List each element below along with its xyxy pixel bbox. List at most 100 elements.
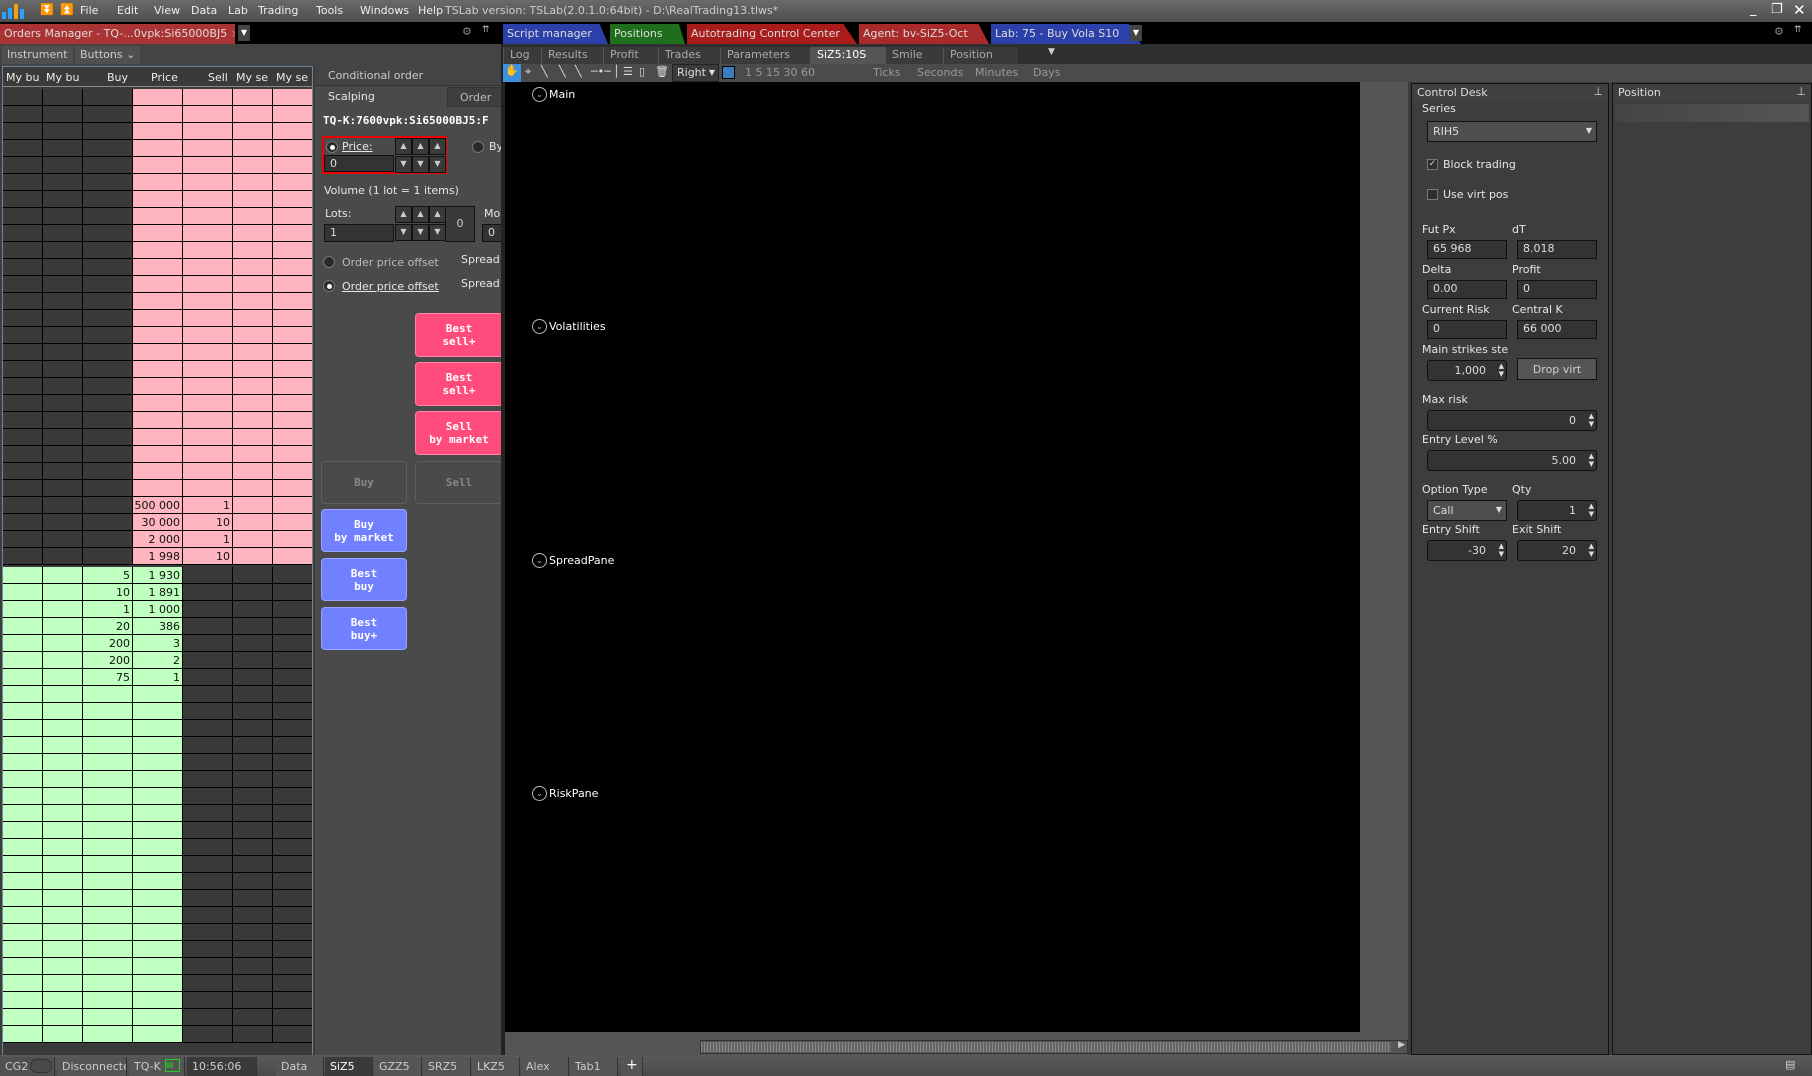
shape-icon[interactable]: ▯ <box>639 65 645 78</box>
table-row[interactable] <box>3 361 312 378</box>
table-cell[interactable]: 1 <box>183 531 233 548</box>
workspace-tab[interactable]: GZZ5 <box>374 1057 422 1076</box>
table-cell[interactable] <box>183 259 233 276</box>
best-sell-plus-button[interactable]: Best sell+ <box>415 313 503 357</box>
table-cell[interactable] <box>3 497 43 514</box>
table-cell[interactable]: 1 000 <box>133 601 183 618</box>
table-cell[interactable] <box>3 123 43 140</box>
close-button[interactable]: ✕ <box>1793 1 1806 19</box>
workspace-tab[interactable]: Alex <box>521 1057 569 1076</box>
lots-up-button[interactable]: ▲ <box>412 206 429 223</box>
tab-smile[interactable]: Smile <box>885 47 943 64</box>
table-cell[interactable] <box>273 618 312 635</box>
table-cell[interactable]: 20 <box>83 618 133 635</box>
table-cell[interactable] <box>183 361 233 378</box>
table-row[interactable]: 30 000 10 <box>3 514 312 531</box>
workspace-tab[interactable]: LKZ5 <box>472 1057 520 1076</box>
interval-unit-seconds[interactable]: Seconds <box>917 66 963 79</box>
table-cell[interactable] <box>233 907 273 924</box>
max-risk-spinner[interactable]: 0 ▲ ▼ <box>1427 410 1597 431</box>
table-cell[interactable] <box>3 771 43 788</box>
collapse-icon[interactable]: ⌄ <box>532 87 547 102</box>
log-icon[interactable]: ▤ <box>1785 1058 1795 1071</box>
table-cell[interactable] <box>183 106 233 123</box>
table-row[interactable] <box>3 242 312 259</box>
table-cell[interactable] <box>43 514 83 531</box>
table-row[interactable] <box>3 174 312 191</box>
color-swatch[interactable] <box>722 66 735 79</box>
table-cell[interactable] <box>233 191 273 208</box>
table-cell[interactable] <box>43 567 83 584</box>
table-cell[interactable] <box>133 907 183 924</box>
table-cell[interactable] <box>43 686 83 703</box>
table-cell[interactable] <box>133 310 183 327</box>
menu-trading[interactable]: Trading <box>258 4 298 17</box>
table-cell[interactable] <box>83 293 133 310</box>
table-cell[interactable] <box>273 839 312 856</box>
table-cell[interactable] <box>43 618 83 635</box>
table-cell[interactable] <box>183 771 233 788</box>
table-cell[interactable] <box>183 720 233 737</box>
table-cell[interactable] <box>83 327 133 344</box>
table-cell[interactable] <box>3 174 43 191</box>
upload-icon[interactable]: ⏫ <box>60 3 74 16</box>
table-cell[interactable] <box>43 737 83 754</box>
table-cell[interactable] <box>183 225 233 242</box>
table-cell[interactable] <box>83 463 133 480</box>
table-cell[interactable] <box>3 873 43 890</box>
table-row[interactable] <box>3 106 312 123</box>
table-cell[interactable] <box>83 514 133 531</box>
table-cell[interactable] <box>133 446 183 463</box>
table-cell[interactable] <box>273 1026 312 1043</box>
table-row[interactable]: 1 998 10 <box>3 548 312 565</box>
table-row[interactable] <box>3 225 312 242</box>
table-cell[interactable] <box>233 737 273 754</box>
gear-icon[interactable]: ⚙ <box>462 25 472 38</box>
table-cell[interactable] <box>83 737 133 754</box>
table-cell[interactable] <box>43 771 83 788</box>
table-cell[interactable]: 200 <box>83 635 133 652</box>
horizontal-line-icon[interactable]: ─•─ <box>591 65 611 78</box>
table-cell[interactable] <box>233 157 273 174</box>
table-cell[interactable] <box>3 259 43 276</box>
table-cell[interactable] <box>3 157 43 174</box>
spinner-arrows-icon[interactable]: ▲ ▼ <box>1589 502 1594 518</box>
table-cell[interactable] <box>3 225 43 242</box>
table-cell[interactable] <box>233 992 273 1009</box>
table-cell[interactable] <box>43 907 83 924</box>
table-cell[interactable] <box>133 992 183 1009</box>
table-cell[interactable] <box>83 276 133 293</box>
table-cell[interactable] <box>43 822 83 839</box>
table-cell[interactable] <box>133 941 183 958</box>
table-cell[interactable] <box>233 310 273 327</box>
table-cell[interactable] <box>273 754 312 771</box>
price-radio[interactable] <box>326 141 338 153</box>
table-cell[interactable] <box>133 805 183 822</box>
table-cell[interactable] <box>43 548 83 565</box>
table-cell[interactable] <box>43 276 83 293</box>
line-tool-icon[interactable]: ╲ <box>541 65 548 78</box>
table-cell[interactable] <box>133 412 183 429</box>
table-cell[interactable] <box>233 276 273 293</box>
tab-list-dropdown-right[interactable]: ▼ <box>1130 25 1142 41</box>
table-row[interactable] <box>3 958 312 975</box>
table-cell[interactable] <box>3 140 43 157</box>
table-cell[interactable] <box>3 106 43 123</box>
qty-spinner[interactable]: 1 ▲ ▼ <box>1517 500 1597 521</box>
table-row[interactable] <box>3 1026 312 1043</box>
table-cell[interactable] <box>3 805 43 822</box>
table-cell[interactable] <box>3 412 43 429</box>
table-cell[interactable] <box>183 805 233 822</box>
tab-order[interactable]: Order <box>447 87 503 107</box>
dt-field[interactable]: 8.018 <box>1517 240 1597 259</box>
table-cell[interactable] <box>183 822 233 839</box>
table-cell[interactable] <box>133 822 183 839</box>
table-cell[interactable] <box>3 548 43 565</box>
lots-reset-button[interactable]: 0 <box>445 206 475 242</box>
table-cell[interactable] <box>43 395 83 412</box>
table-cell[interactable] <box>183 992 233 1009</box>
table-cell[interactable] <box>43 106 83 123</box>
fut-px-field[interactable]: 65 968 <box>1427 240 1507 259</box>
table-cell[interactable] <box>183 618 233 635</box>
table-cell[interactable] <box>43 157 83 174</box>
